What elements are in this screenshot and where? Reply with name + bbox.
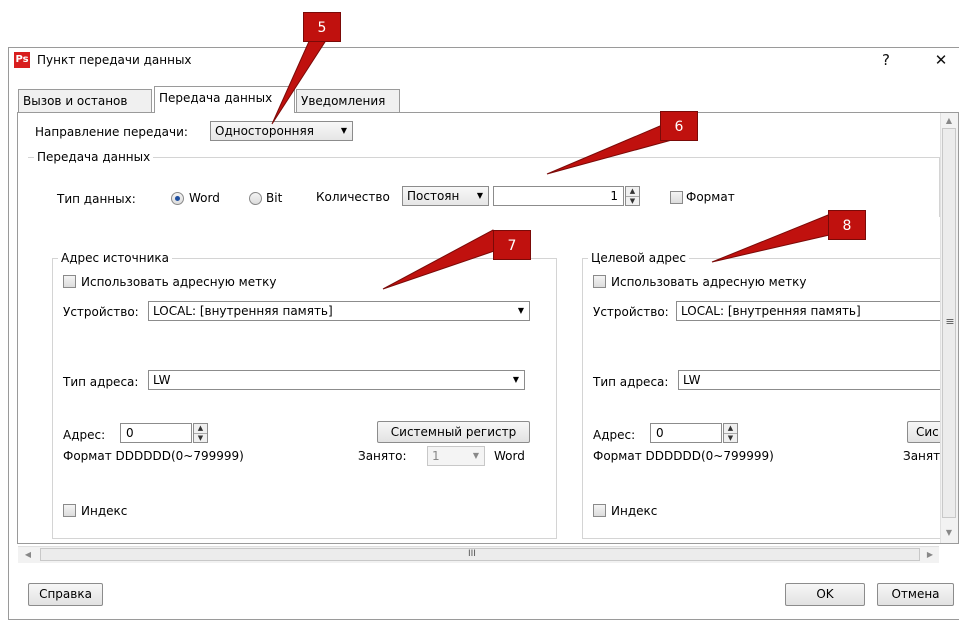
chevron-down-icon: ▼	[512, 375, 519, 384]
source-occupied-value: 1	[432, 449, 440, 463]
target-addr-type-label: Тип адреса:	[593, 375, 669, 389]
help-button[interactable]: Справка	[28, 583, 103, 606]
target-index-label: Индекс	[611, 504, 658, 518]
app-logo-icon: Ps	[14, 52, 30, 68]
target-address-label: Адрес:	[593, 428, 636, 442]
target-address-stepper[interactable]: ▲ ▼	[723, 423, 738, 443]
source-use-tag-label: Использовать адресную метку	[81, 275, 277, 289]
scroll-down-icon[interactable]: ▼	[941, 527, 957, 539]
stepper-up-icon[interactable]: ▲	[724, 424, 737, 433]
target-address-input[interactable]: 0	[650, 423, 722, 443]
quantity-label: Количество	[316, 190, 390, 204]
quantity-input[interactable]: 1	[493, 186, 624, 206]
scroll-left-icon[interactable]: ◀	[22, 549, 34, 561]
source-device-select[interactable]: LOCAL: [внутренняя память] ▼	[148, 301, 530, 321]
tab-call-stop[interactable]: Вызов и останов	[18, 89, 152, 113]
bit-radio[interactable]	[249, 192, 262, 205]
format-checkbox[interactable]	[670, 191, 683, 204]
target-index-checkbox[interactable]	[593, 504, 606, 517]
window-title: Пункт передачи данных	[37, 53, 192, 67]
close-icon[interactable]: ✕	[931, 51, 951, 69]
chevron-down-icon: ▼	[476, 191, 483, 200]
source-format-text: Формат DDDDDD(0~799999)	[63, 449, 244, 463]
source-device-value: LOCAL: [внутренняя память]	[153, 304, 333, 318]
direction-select[interactable]: Односторонняя ▼	[210, 121, 353, 141]
chevron-down-icon: ▼	[472, 451, 479, 460]
quantity-mode-select[interactable]: Постоян ▼	[402, 186, 489, 206]
source-device-label: Устройство:	[63, 305, 139, 319]
tab-notifications[interactable]: Уведомления	[296, 89, 400, 113]
target-device-label: Устройство:	[593, 305, 669, 319]
format-label: Формат	[686, 190, 735, 204]
vertical-grip-icon: ≡	[945, 315, 955, 328]
source-occupied-label: Занято:	[358, 449, 407, 463]
target-device-select[interactable]: LOCAL: [внутренняя память]	[676, 301, 940, 321]
callout-8: 8	[828, 210, 866, 240]
source-use-tag-checkbox[interactable]	[63, 275, 76, 288]
quantity-stepper[interactable]: ▲ ▼	[625, 186, 640, 206]
chevron-down-icon: ▼	[517, 306, 524, 315]
source-addr-type-label: Тип адреса:	[63, 375, 139, 389]
help-icon[interactable]: ?	[876, 51, 896, 69]
stepper-up-icon[interactable]: ▲	[626, 187, 639, 196]
word-radio-label: Word	[189, 191, 220, 205]
source-index-label: Индекс	[81, 504, 128, 518]
horizontal-scroll-thumb[interactable]	[40, 548, 920, 561]
stepper-down-icon[interactable]: ▼	[626, 196, 639, 205]
quantity-mode-value: Постоян	[407, 189, 460, 203]
scroll-up-icon[interactable]: ▲	[941, 115, 957, 127]
direction-value: Односторонняя	[215, 124, 314, 138]
target-group-title: Целевой адрес	[588, 250, 690, 266]
source-system-register-button[interactable]: Системный регистр	[377, 421, 530, 443]
target-occupied-label: Занят	[903, 449, 940, 463]
callout-5: 5	[303, 12, 341, 42]
transfer-group-title: Передача данных	[34, 149, 154, 165]
scroll-right-icon[interactable]: ▶	[924, 549, 936, 561]
stepper-down-icon[interactable]: ▼	[194, 433, 207, 442]
source-index-checkbox[interactable]	[63, 504, 76, 517]
target-use-tag-checkbox[interactable]	[593, 275, 606, 288]
callout-7: 7	[493, 230, 531, 260]
target-use-tag-label: Использовать адресную метку	[611, 275, 807, 289]
chevron-down-icon: ▼	[340, 126, 347, 135]
stepper-down-icon[interactable]: ▼	[724, 433, 737, 442]
source-occupied-unit: Word	[494, 449, 525, 463]
target-device-value: LOCAL: [внутренняя память]	[681, 304, 861, 318]
source-group-title: Адрес источника	[58, 250, 172, 266]
source-addr-type-select[interactable]: LW ▼	[148, 370, 525, 390]
source-address-input[interactable]: 0	[120, 423, 192, 443]
callout-6: 6	[660, 111, 698, 141]
horizontal-grip-icon: III	[468, 549, 476, 559]
word-radio[interactable]	[171, 192, 184, 205]
source-addr-type-value: LW	[153, 373, 171, 387]
data-type-label: Тип данных:	[57, 192, 136, 206]
direction-label: Направление передачи:	[35, 125, 188, 139]
cancel-button[interactable]: Отмена	[877, 583, 954, 606]
target-format-text: Формат DDDDDD(0~799999)	[593, 449, 774, 463]
source-address-label: Адрес:	[63, 428, 106, 442]
ok-button[interactable]: OK	[785, 583, 865, 606]
source-address-stepper[interactable]: ▲ ▼	[193, 423, 208, 443]
target-addr-type-value: LW	[683, 373, 701, 387]
stepper-up-icon[interactable]: ▲	[194, 424, 207, 433]
tab-data-transfer[interactable]: Передача данных	[154, 86, 295, 113]
target-addr-type-select[interactable]: LW	[678, 370, 940, 390]
bit-radio-label: Bit	[266, 191, 283, 205]
source-occupied-select[interactable]: 1 ▼	[427, 446, 485, 466]
target-system-register-button[interactable]: Сис	[907, 421, 940, 443]
